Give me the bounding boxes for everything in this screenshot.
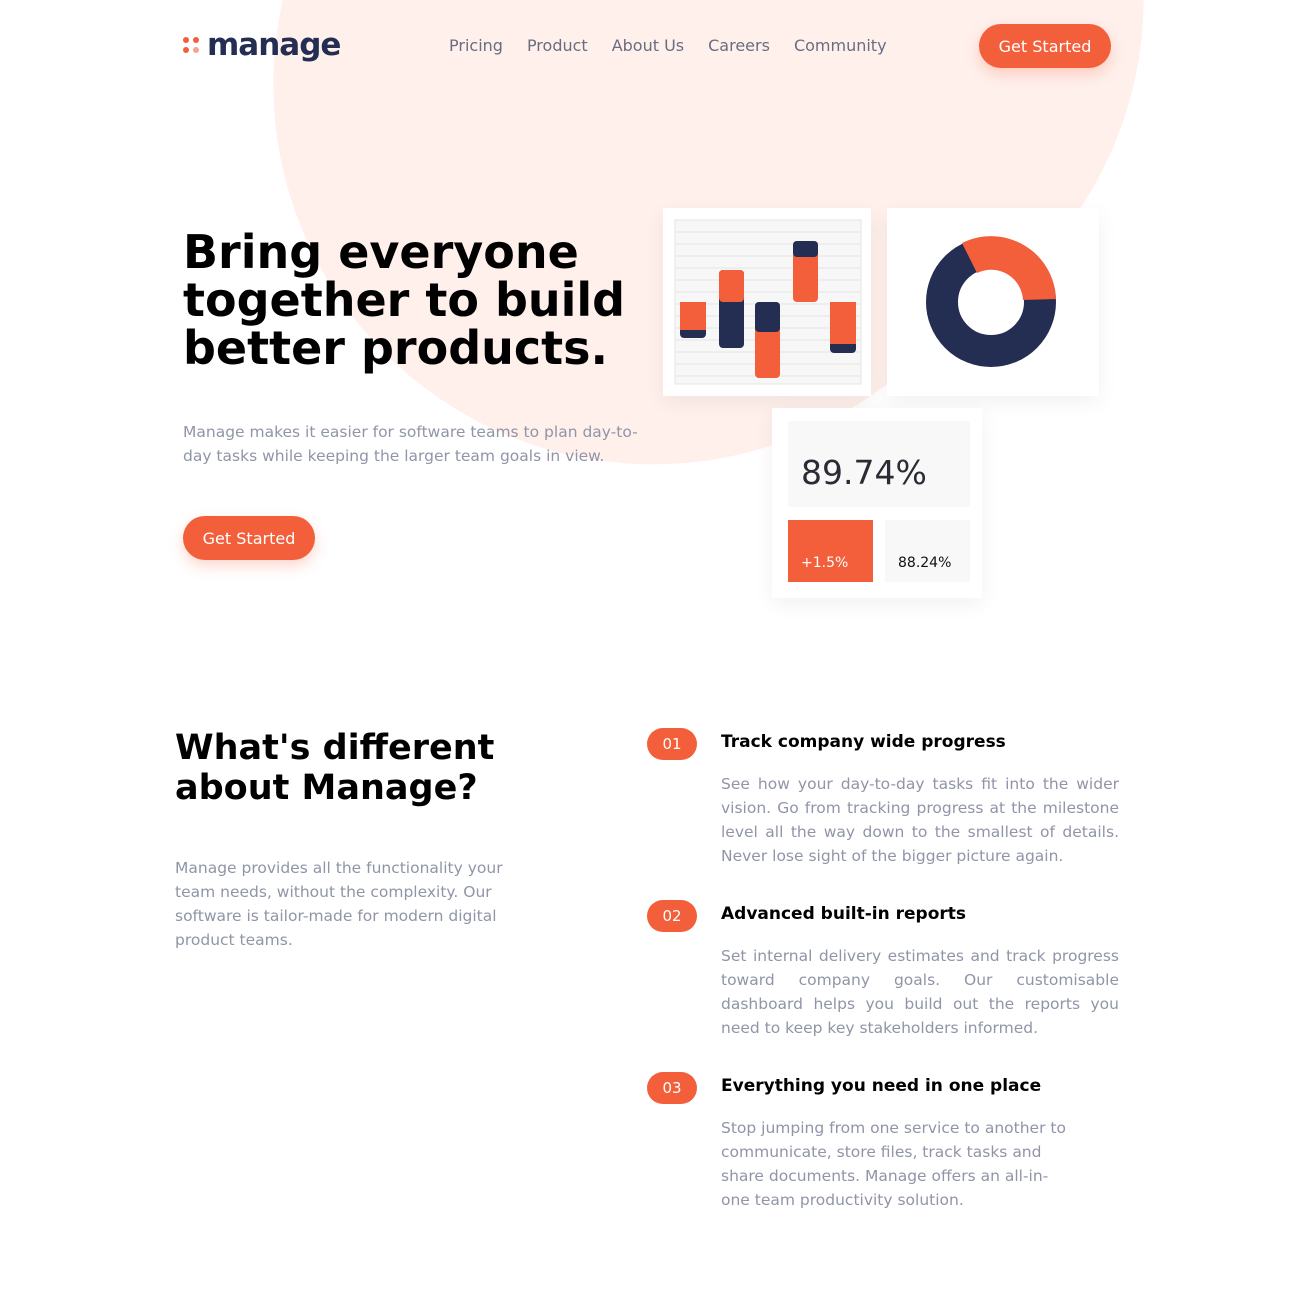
stat-secondary-value: 88.24% <box>898 555 952 571</box>
feature-number-badge: 03 <box>647 1072 697 1104</box>
nav-link-about-us[interactable]: About Us <box>612 36 684 55</box>
feature-title: Advanced built-in reports <box>721 904 967 924</box>
feature-text: See how your day-to-day tasks fit into t… <box>721 775 1119 865</box>
hero-title: Bring everyone together to build better … <box>183 225 626 375</box>
stat-secondary-tile: 88.24% <box>885 520 970 582</box>
feature-title: Track company wide progress <box>721 732 1006 752</box>
feature-title: Everything you need in one place <box>721 1076 1042 1096</box>
logo-icon <box>183 37 199 53</box>
hero-get-started-button[interactable]: Get Started <box>183 516 315 560</box>
feature-number-badge: 01 <box>647 728 697 760</box>
logo-text: manage <box>207 27 341 63</box>
nav-link-community[interactable]: Community <box>794 36 887 55</box>
nav-link-pricing[interactable]: Pricing <box>449 36 503 55</box>
logo[interactable]: manage <box>183 27 341 63</box>
bar-chart-card <box>663 208 871 396</box>
feature-text: Stop jumping from one service to another… <box>721 1119 1066 1209</box>
header-get-started-button[interactable]: Get Started <box>979 24 1111 68</box>
stat-change-tile: +1.5% <box>788 520 873 582</box>
features-title: What's different about Manage? <box>175 728 495 808</box>
stat-main-tile: 89.74% <box>788 421 970 507</box>
feature-number-badge: 02 <box>647 900 697 932</box>
features-description: Manage provides all the functionality yo… <box>175 859 503 949</box>
main-nav: Pricing Product About Us Careers Communi… <box>449 36 887 55</box>
hero-description: Manage makes it easier for software team… <box>183 423 638 465</box>
feature-text: Set internal delivery estimates and trac… <box>721 947 1119 1037</box>
nav-link-product[interactable]: Product <box>527 36 588 55</box>
stat-main-value: 89.74% <box>801 453 927 492</box>
donut-chart-card <box>887 208 1099 396</box>
nav-link-careers[interactable]: Careers <box>708 36 770 55</box>
stat-change-value: +1.5% <box>801 555 849 571</box>
stats-card: 89.74% +1.5% 88.24% <box>772 408 982 598</box>
donut-chart-illustration <box>926 236 1056 367</box>
bar-chart-illustration <box>674 219 862 385</box>
